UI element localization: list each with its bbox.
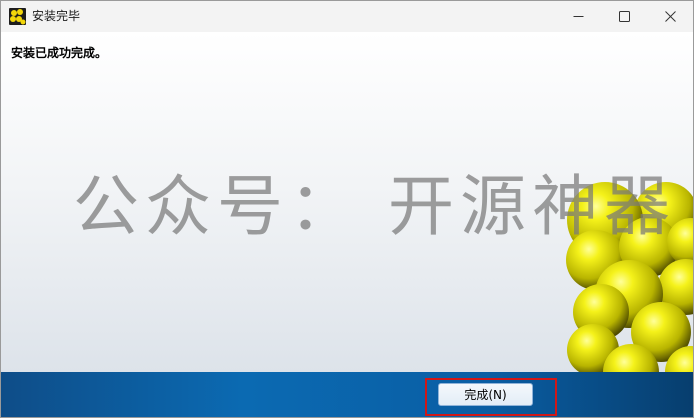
app-logo-icon <box>9 8 26 25</box>
maximize-button[interactable] <box>601 1 647 32</box>
content-area: 安装已成功完成。 公众号： 开源神器 <box>1 32 693 372</box>
maximize-icon <box>618 7 630 26</box>
footer-bar: 完成(N) <box>1 372 693 417</box>
title-bar[interactable]: 安装完毕 <box>1 1 693 32</box>
success-message: 安装已成功完成。 <box>11 46 108 60</box>
minimize-icon <box>573 7 584 26</box>
watermark-text: 公众号： 开源神器 <box>73 168 676 245</box>
minimize-button[interactable] <box>555 1 601 32</box>
installer-window: 安装完毕 安装已成功完成。 公众号： 开源神器 完成(N) <box>0 0 694 418</box>
close-button[interactable] <box>647 1 693 32</box>
close-icon <box>664 7 676 26</box>
finish-button[interactable]: 完成(N) <box>438 383 533 406</box>
window-title: 安装完毕 <box>32 9 81 23</box>
